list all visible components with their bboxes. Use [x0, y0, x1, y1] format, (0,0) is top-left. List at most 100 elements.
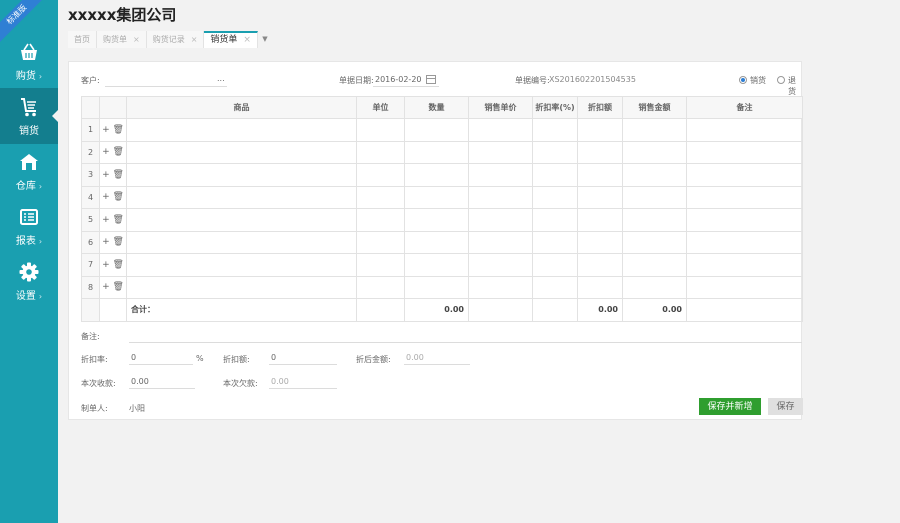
table-cell[interactable]: [126, 163, 357, 187]
table-cell[interactable]: [404, 163, 469, 187]
table-cell[interactable]: [356, 185, 405, 209]
table-cell[interactable]: [468, 118, 533, 142]
sidebar-item-sales[interactable]: 销货: [0, 88, 58, 144]
table-cell[interactable]: [404, 185, 469, 209]
table-cell[interactable]: [404, 253, 469, 277]
table-cell[interactable]: [468, 140, 533, 164]
table-cell[interactable]: [577, 208, 623, 232]
table-cell[interactable]: [532, 230, 578, 254]
table-cell[interactable]: [622, 140, 687, 164]
table-cell[interactable]: [126, 185, 357, 209]
sidebar-item-label: 设置: [15, 291, 36, 302]
radio-return[interactable]: [777, 76, 785, 84]
received-input[interactable]: 0.00: [129, 375, 195, 389]
close-icon[interactable]: ×: [191, 35, 198, 44]
table-cell[interactable]: [404, 140, 469, 164]
table-cell[interactable]: [356, 275, 405, 299]
table-cell[interactable]: [577, 185, 623, 209]
sidebar-item-warehouse[interactable]: 仓库 ›: [0, 143, 58, 199]
table-cell[interactable]: [404, 118, 469, 142]
row-add-delete-icons[interactable]: + 🗑: [99, 208, 127, 232]
table-cell[interactable]: [577, 163, 623, 187]
table-cell[interactable]: [356, 253, 405, 277]
table-cell[interactable]: [532, 118, 578, 142]
remark-input[interactable]: [129, 330, 802, 343]
calendar-icon[interactable]: [426, 75, 436, 84]
table-cell[interactable]: [686, 275, 803, 299]
table-cell[interactable]: [577, 275, 623, 299]
row-add-delete-icons[interactable]: + 🗑: [99, 185, 127, 209]
table-cell[interactable]: [126, 118, 357, 142]
table-cell[interactable]: [686, 208, 803, 232]
table-cell[interactable]: [532, 163, 578, 187]
table-cell[interactable]: [622, 185, 687, 209]
radio-sale[interactable]: [739, 76, 747, 84]
row-add-delete-icons[interactable]: + 🗑: [99, 118, 127, 142]
total-qty: 0.00: [404, 298, 469, 322]
table-cell[interactable]: [356, 230, 405, 254]
table-cell[interactable]: [686, 163, 803, 187]
table-cell[interactable]: [686, 118, 803, 142]
tab-home[interactable]: 首页: [68, 31, 97, 48]
table-cell[interactable]: [468, 185, 533, 209]
table-cell[interactable]: [686, 253, 803, 277]
table-cell[interactable]: [686, 140, 803, 164]
tab-sales-order[interactable]: 销货单 ×: [204, 31, 258, 48]
table-cell[interactable]: [468, 275, 533, 299]
table-cell[interactable]: [622, 163, 687, 187]
table-cell[interactable]: [126, 253, 357, 277]
table-cell[interactable]: [622, 118, 687, 142]
row-add-delete-icons[interactable]: + 🗑: [99, 140, 127, 164]
table-cell[interactable]: [532, 275, 578, 299]
save-button[interactable]: 保存: [768, 398, 803, 415]
table-cell[interactable]: [126, 275, 357, 299]
close-icon[interactable]: ×: [133, 35, 140, 44]
table-cell[interactable]: [622, 275, 687, 299]
table-cell[interactable]: [468, 163, 533, 187]
discount-rate-input[interactable]: 0: [129, 351, 193, 365]
tab-purchase-records[interactable]: 购货记录 ×: [146, 31, 205, 48]
table-cell[interactable]: [126, 140, 357, 164]
row-add-delete-icons[interactable]: + 🗑: [99, 253, 127, 277]
table-cell[interactable]: [126, 230, 357, 254]
table-cell[interactable]: [622, 230, 687, 254]
table-cell[interactable]: [356, 163, 405, 187]
chevron-right-icon: ›: [38, 182, 43, 191]
table-cell[interactable]: [622, 253, 687, 277]
table-cell[interactable]: [577, 253, 623, 277]
row-add-delete-icons[interactable]: + 🗑: [99, 275, 127, 299]
row-add-delete-icons[interactable]: + 🗑: [99, 230, 127, 254]
table-cell[interactable]: [577, 230, 623, 254]
table-cell[interactable]: [532, 253, 578, 277]
row-add-delete-icons[interactable]: + 🗑: [99, 163, 127, 187]
table-cell[interactable]: [686, 185, 803, 209]
table-cell[interactable]: [532, 140, 578, 164]
table-cell[interactable]: [577, 140, 623, 164]
table-cell[interactable]: [532, 208, 578, 232]
customer-input[interactable]: [105, 74, 227, 87]
table-cell[interactable]: [686, 230, 803, 254]
table-cell[interactable]: [622, 208, 687, 232]
table-cell[interactable]: [532, 185, 578, 209]
discount-amount-input[interactable]: 0: [269, 351, 337, 365]
table-cell[interactable]: [356, 208, 405, 232]
tab-more-dropdown[interactable]: ▼: [258, 31, 272, 48]
table-cell[interactable]: [404, 275, 469, 299]
table-cell[interactable]: [356, 118, 405, 142]
tab-purchase-order[interactable]: 购货单 ×: [97, 31, 147, 48]
table-cell[interactable]: [468, 253, 533, 277]
close-icon[interactable]: ×: [243, 35, 251, 45]
table-cell[interactable]: [404, 208, 469, 232]
table-cell[interactable]: [356, 140, 405, 164]
save-and-new-button[interactable]: 保存并新增: [699, 398, 761, 415]
sidebar-item-purchase[interactable]: 购货 ›: [0, 33, 58, 89]
table-cell[interactable]: [404, 230, 469, 254]
customer-lookup-button[interactable]: ...: [217, 74, 225, 83]
chevron-right-icon: ›: [38, 292, 43, 301]
sidebar-item-reports[interactable]: 报表 ›: [0, 198, 58, 254]
sidebar-item-settings[interactable]: 设置 ›: [0, 253, 58, 309]
table-cell[interactable]: [468, 230, 533, 254]
table-cell[interactable]: [577, 118, 623, 142]
table-cell[interactable]: [126, 208, 357, 232]
table-cell[interactable]: [468, 208, 533, 232]
